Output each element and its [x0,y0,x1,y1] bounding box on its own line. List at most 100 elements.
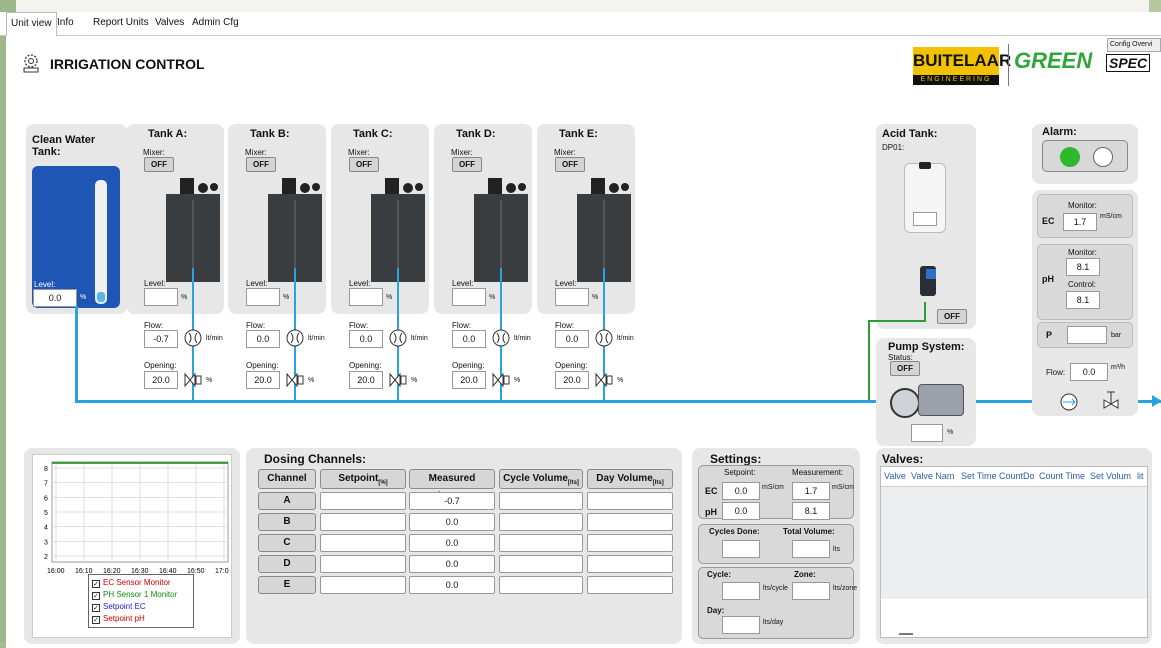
dosing-channel-e[interactable]: E [258,576,316,594]
ec-monitor-value[interactable]: 1.7 [1063,213,1097,231]
tab-admin-cfg[interactable]: Admin Cfg [192,17,239,28]
zone-input[interactable] [792,582,830,600]
tank-a-opening-input[interactable]: 20.0 [144,371,178,389]
settings-ec-measurement[interactable]: 1.7 [792,482,830,500]
legend-checkbox-icon[interactable]: ✓ [92,580,100,588]
tank-c-opening-input[interactable]: 20.0 [349,371,383,389]
tank-d-flow-input[interactable]: 0.0 [452,330,486,348]
tank-b-opening-input[interactable]: 20.0 [246,371,280,389]
settings-ec-setpoint[interactable]: 0.0 [722,482,760,500]
tank-d-flow-label: Flow: [452,321,472,330]
ph-monitor-value[interactable]: 8.1 [1066,258,1100,276]
legend-item-1[interactable]: ✓ PH Sensor 1 Monitor [92,589,190,601]
flow-value[interactable]: 0.0 [1070,363,1108,381]
tank-e-mixer-button[interactable]: OFF [555,157,585,172]
dosing-channel-d[interactable]: D [258,555,316,573]
valves-col-1[interactable]: Valve Nam [911,471,954,481]
cycles-done-input[interactable] [722,540,760,558]
tab-unit-view[interactable]: Unit view [6,12,57,36]
alarm-off-light-icon [1093,147,1113,167]
tank-e-level-input[interactable] [555,288,589,306]
flow-label: Flow: [1046,368,1066,377]
dosing-setpoint-e[interactable] [320,576,406,594]
acid-pump-state-button[interactable]: OFF [937,309,967,324]
pressure-value[interactable] [1067,326,1107,344]
dosing-setpoint-a[interactable] [320,492,406,510]
ph-label: pH [1042,274,1054,284]
dosing-channel-b[interactable]: B [258,513,316,531]
tank-d-level-unit: % [489,294,496,301]
ph-control-value[interactable]: 8.1 [1066,291,1100,309]
tank-e-flow-unit: lt/min [617,335,634,342]
tank-a-mixer-button[interactable]: OFF [144,157,174,172]
tank-e-opening-input[interactable]: 20.0 [555,371,589,389]
legend-item-3[interactable]: ✓ Setpoint pH [92,613,190,625]
day-unit: lts/day [763,619,784,626]
flow-arrow-icon [1152,395,1161,407]
tank-b-mixer-button[interactable]: OFF [246,157,276,172]
page-title: IRRIGATION CONTROL [50,56,205,72]
clean-water-pipe [75,306,78,402]
tank-b-flow-label: Flow: [246,321,266,330]
clean-water-level-input[interactable]: 0.0 [33,289,77,307]
valves-col-2[interactable]: Set Time [961,471,997,481]
tank-e-flow-input[interactable]: 0.0 [555,330,589,348]
tank-b-opening-unit: % [308,377,315,384]
tank-a-flow-input[interactable]: -0.7 [144,330,178,348]
cycle-input[interactable] [722,582,760,600]
tank-a-title: Tank A: [148,128,188,140]
tank-b-flow-input[interactable]: 0.0 [246,330,280,348]
valves-col-6[interactable]: lit [1137,471,1144,481]
trend-y-tick: 8 [44,466,48,473]
tank-c-mixer-button[interactable]: OFF [349,157,379,172]
acid-pipe-down [868,320,870,400]
legend-item-2[interactable]: ✓ Setpoint EC [92,601,190,613]
tank-c-flow-input[interactable]: 0.0 [349,330,383,348]
legend-checkbox-icon[interactable]: ✓ [92,604,100,612]
tank-b-valve-icon [285,370,305,390]
dosing-day-a [587,492,673,510]
tab-report-units[interactable]: Report Units [93,17,149,28]
total-volume-label: Total Volume: [783,527,835,536]
pump-state-button[interactable]: OFF [890,361,920,376]
tank-b-level-label: Level: [246,279,268,288]
tank-b-level-input[interactable] [246,288,280,306]
valves-scrollbar[interactable] [899,633,913,635]
legend-checkbox-icon[interactable]: ✓ [92,592,100,600]
tank-c-level-label: Level: [349,279,371,288]
day-label: Day: [707,606,725,615]
settings-ph-setpoint[interactable]: 0.0 [722,502,760,520]
tank-c-level-input[interactable] [349,288,383,306]
dosing-channel-a[interactable]: A [258,492,316,510]
valves-col-3[interactable]: CountDo [999,471,1035,481]
legend-item-0[interactable]: ✓ EC Sensor Monitor [92,577,190,589]
dosing-setpoint-d[interactable] [320,555,406,573]
greenspec-logo-green: GREEN [1014,48,1093,73]
config-overview-button[interactable]: Config Overvi [1107,38,1161,52]
total-volume-input[interactable] [792,540,830,558]
legend-checkbox-icon[interactable]: ✓ [92,616,100,624]
tank-d-mixer-button[interactable]: OFF [452,157,482,172]
main-content: IRRIGATION CONTROL BUITELAAR ENGINEERING… [6,36,1161,648]
tank-d-opening-input[interactable]: 20.0 [452,371,486,389]
day-input[interactable] [722,616,760,634]
ph-monitor-label: Monitor: [1068,248,1097,257]
valves-col-5[interactable]: Set Volum [1090,471,1131,481]
dosing-cycle-e [499,576,583,594]
dosing-setpoint-b[interactable] [320,513,406,531]
valves-col-0[interactable]: Valve [884,471,906,481]
valves-col-4[interactable]: Count Time [1039,471,1085,481]
pump-value-input[interactable] [911,424,943,442]
dosing-channel-c[interactable]: C [258,534,316,552]
tab-info[interactable]: Info [57,17,74,28]
total-volume-unit: lts [833,546,840,553]
settings-ph-measurement[interactable]: 8.1 [792,502,830,520]
settings-ec-unit: mS/cm [762,484,784,491]
settings-title: Settings: [710,452,762,466]
tank-d-level-input[interactable] [452,288,486,306]
tank-a-level-input[interactable] [144,288,178,306]
dosing-setpoint-c[interactable] [320,534,406,552]
trend-x-tick: 16:00 [47,568,65,575]
pump-motor-image [890,380,968,420]
tab-valves[interactable]: Valves [155,17,184,28]
